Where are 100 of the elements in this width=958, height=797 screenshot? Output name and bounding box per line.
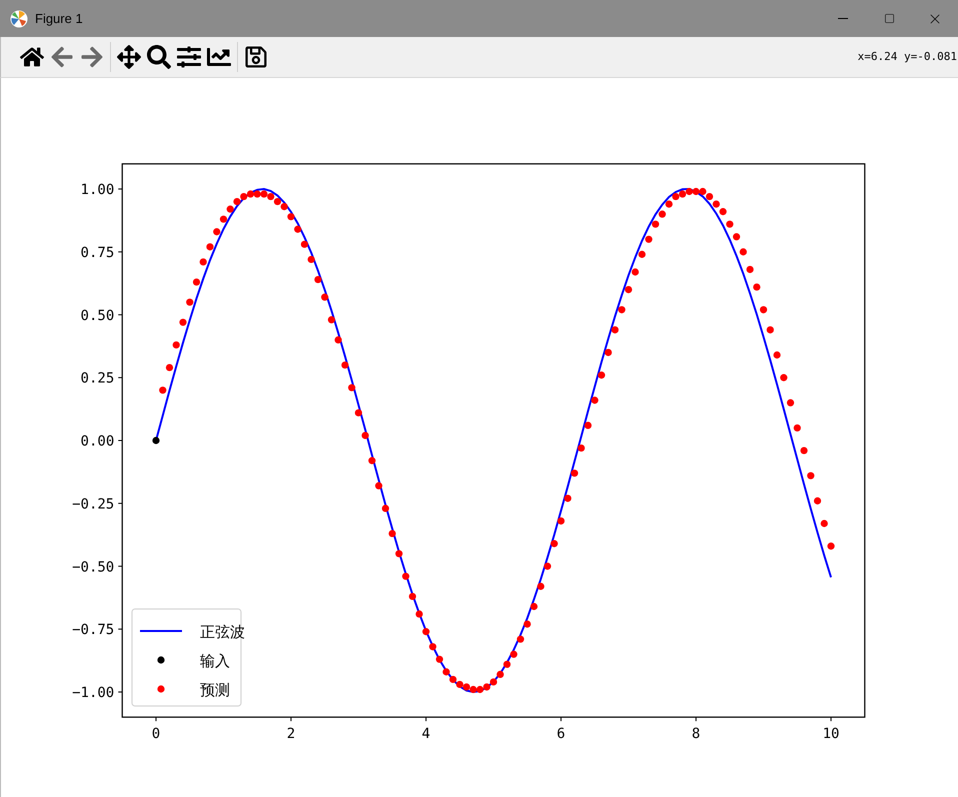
tick-mark bbox=[830, 716, 832, 722]
data-point bbox=[658, 210, 666, 218]
tick-mark bbox=[118, 566, 123, 567]
data-point bbox=[800, 446, 808, 454]
tick-label: −0.50 bbox=[72, 559, 114, 576]
tick-label: 0.50 bbox=[80, 308, 114, 324]
data-point bbox=[618, 306, 626, 314]
tick-label: 8 bbox=[692, 726, 700, 742]
data-point bbox=[773, 351, 781, 359]
data-point bbox=[220, 216, 228, 223]
data-point bbox=[408, 592, 416, 600]
data-point bbox=[368, 457, 376, 464]
tick-label: 6 bbox=[556, 726, 566, 742]
data-point bbox=[827, 542, 835, 550]
data-point bbox=[402, 572, 410, 580]
tick-label: 4 bbox=[422, 726, 430, 742]
data-point bbox=[578, 444, 585, 452]
data-point bbox=[564, 494, 572, 502]
data-point bbox=[794, 424, 801, 432]
maximize-icon bbox=[884, 13, 894, 24]
tick-mark bbox=[118, 251, 123, 252]
data-point bbox=[348, 384, 356, 392]
data-point bbox=[746, 266, 754, 274]
data-point bbox=[200, 258, 207, 266]
tick-label: −0.75 bbox=[72, 622, 114, 638]
tick-mark bbox=[560, 716, 562, 722]
data-point bbox=[604, 348, 612, 356]
data-point bbox=[314, 276, 322, 284]
data-point bbox=[814, 497, 822, 504]
data-point bbox=[753, 283, 760, 291]
left-arrow-icon bbox=[50, 45, 74, 69]
legend-label: 输入 bbox=[200, 653, 230, 670]
tick-label: 0.00 bbox=[80, 434, 114, 450]
tick-mark bbox=[118, 377, 123, 378]
data-point bbox=[294, 226, 302, 233]
data-point bbox=[624, 286, 632, 294]
cursor-coordinates: x=6.24 y=-0.081 bbox=[858, 48, 958, 65]
data-point bbox=[611, 326, 619, 334]
tick-mark bbox=[290, 716, 292, 722]
data-point bbox=[786, 399, 794, 406]
data-point bbox=[362, 432, 369, 440]
data-point bbox=[436, 656, 444, 663]
legend-marker bbox=[157, 656, 165, 664]
tick-mark bbox=[118, 314, 123, 316]
tick-mark bbox=[118, 188, 123, 190]
tick-label: −0.25 bbox=[72, 496, 114, 512]
tick-label: 0.75 bbox=[80, 244, 114, 261]
data-point bbox=[328, 316, 336, 324]
tick-mark bbox=[118, 440, 123, 441]
data-point bbox=[544, 562, 552, 570]
tick-label: 2 bbox=[286, 726, 296, 742]
legend-label: 预测 bbox=[200, 682, 230, 699]
data-point bbox=[213, 228, 220, 236]
data-point bbox=[159, 386, 166, 394]
data-point bbox=[652, 220, 660, 228]
data-point bbox=[645, 236, 652, 243]
tick-mark bbox=[118, 628, 123, 630]
tick-label: −1.00 bbox=[72, 685, 114, 701]
data-point bbox=[354, 409, 362, 416]
window-title: Figure 1 bbox=[35, 10, 83, 28]
data-point bbox=[591, 396, 598, 404]
data-point bbox=[308, 256, 315, 264]
data-point bbox=[422, 628, 430, 636]
data-point bbox=[550, 540, 558, 548]
data-point bbox=[503, 660, 511, 668]
data-point bbox=[416, 610, 423, 618]
data-point bbox=[341, 361, 349, 369]
data-point bbox=[760, 306, 768, 314]
home-icon bbox=[20, 45, 44, 69]
data-point bbox=[726, 220, 734, 228]
data-point bbox=[537, 582, 544, 590]
tick-label: 10 bbox=[822, 726, 840, 742]
data-point bbox=[820, 520, 828, 528]
data-point bbox=[172, 341, 180, 349]
data-point bbox=[557, 517, 565, 525]
data-point bbox=[382, 504, 390, 512]
data-point bbox=[584, 422, 592, 429]
data-point bbox=[186, 298, 194, 306]
data-point bbox=[732, 233, 740, 240]
data-point bbox=[375, 482, 382, 490]
data-point bbox=[807, 472, 814, 480]
right-arrow-icon bbox=[80, 45, 104, 69]
legend-line-swatch bbox=[140, 630, 182, 632]
minimize-icon bbox=[838, 18, 848, 19]
app-logo-icon bbox=[10, 10, 28, 28]
data-point bbox=[166, 364, 174, 372]
data-point bbox=[300, 240, 308, 248]
data-point bbox=[152, 436, 160, 444]
data-point bbox=[766, 326, 774, 334]
data-point bbox=[321, 294, 328, 301]
data-point bbox=[395, 550, 403, 558]
data-point bbox=[598, 372, 606, 379]
move-arrows-icon bbox=[117, 45, 141, 69]
data-point bbox=[740, 248, 747, 256]
data-point bbox=[429, 643, 436, 650]
search-icon bbox=[147, 45, 171, 69]
data-point bbox=[388, 530, 396, 538]
data-point bbox=[334, 336, 342, 344]
data-point bbox=[179, 318, 187, 326]
line-chart-icon bbox=[207, 45, 231, 69]
